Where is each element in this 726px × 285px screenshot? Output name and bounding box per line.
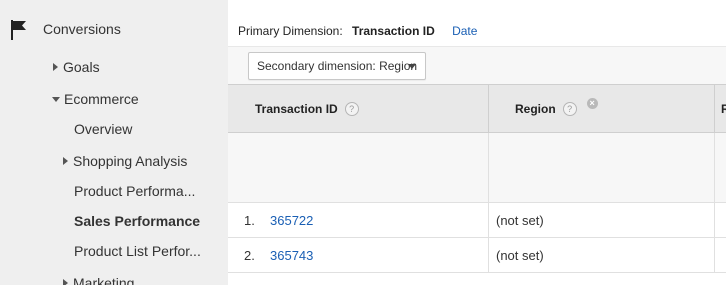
help-icon[interactable]: ?: [562, 101, 577, 116]
column-divider: [488, 133, 489, 203]
transaction-id-link[interactable]: 365743: [270, 248, 313, 263]
column-divider: [488, 238, 489, 273]
help-icon[interactable]: ?: [344, 101, 359, 116]
triangle-right-icon: [63, 279, 68, 285]
remove-icon[interactable]: ×: [586, 98, 598, 109]
sidebar-item-ecommerce[interactable]: Ecommerce: [0, 84, 228, 114]
sidebar-item-label: Sales Performance: [74, 213, 201, 229]
column-divider: [488, 203, 489, 238]
row-index: 1.: [244, 213, 255, 228]
caret-down-icon: [408, 64, 416, 69]
sidebar-item-product-list-performance[interactable]: Product List Perfor...: [0, 236, 228, 266]
column-divider: [488, 85, 489, 132]
sidebar-item-overview[interactable]: Overview: [0, 114, 228, 144]
triangle-right-icon: [53, 63, 58, 71]
column-header-transaction-id[interactable]: Transaction ID ?: [255, 85, 359, 132]
column-divider: [714, 133, 715, 203]
sidebar-item-label: Shopping Analysis: [73, 153, 188, 169]
sidebar-item-shopping-analysis[interactable]: Shopping Analysis: [0, 146, 228, 176]
primary-dimension-date-link[interactable]: Date: [452, 24, 477, 38]
totals-row: [228, 133, 726, 203]
region-value: (not set): [496, 248, 544, 263]
primary-dimension-label: Primary Dimension:: [238, 24, 343, 38]
sidebar-item-label: Product Performa...: [74, 183, 196, 199]
sidebar-item-label: Product List Perfor...: [74, 243, 201, 259]
region-value: (not set): [496, 213, 544, 228]
report-panel: Primary Dimension: Transaction ID Date S…: [228, 0, 726, 285]
column-divider: [714, 85, 715, 132]
sidebar-item-goals[interactable]: Goals: [0, 52, 228, 82]
table-row: 1. 365722 (not set): [228, 203, 726, 238]
triangle-right-icon: [63, 157, 68, 165]
sidebar-item-label: Overview: [74, 121, 133, 137]
sidebar-item-label: Marketing: [73, 275, 135, 285]
secondary-dimension-label: Secondary dimension: Region: [257, 59, 418, 73]
column-header-label: Region: [515, 101, 556, 116]
sidebar: Conversions Goals Ecommerce Overview Sho…: [0, 0, 228, 285]
secondary-dimension-dropdown[interactable]: Secondary dimension: Region: [248, 52, 426, 80]
column-divider: [714, 238, 715, 273]
column-header-label: R: [721, 101, 726, 116]
sidebar-item-marketing[interactable]: Marketing: [0, 268, 228, 285]
sidebar-item-conversions[interactable]: Conversions: [43, 21, 121, 37]
column-header-label: Transaction ID: [255, 101, 338, 116]
sidebar-item-sales-performance[interactable]: Sales Performance: [0, 206, 228, 236]
sidebar-item-label: Ecommerce: [64, 91, 139, 107]
primary-dimension-transaction-id[interactable]: Transaction ID: [352, 24, 435, 38]
table-toolbar: Secondary dimension: Region: [228, 46, 726, 84]
column-header-next[interactable]: R: [721, 85, 726, 132]
flag-icon: [11, 20, 26, 40]
column-divider: [714, 203, 715, 238]
sidebar-item-label: Goals: [63, 59, 100, 75]
transaction-id-link[interactable]: 365722: [270, 213, 313, 228]
triangle-down-icon: [52, 96, 60, 102]
table-row: 2. 365743 (not set): [228, 238, 726, 273]
primary-dimension-bar: Primary Dimension: Transaction ID Date: [238, 24, 477, 38]
table-header: Transaction ID ? Region ? × R: [228, 84, 726, 133]
column-header-region[interactable]: Region ? ×: [515, 85, 598, 132]
row-index: 2.: [244, 248, 255, 263]
sidebar-item-product-performance[interactable]: Product Performa...: [0, 176, 228, 206]
